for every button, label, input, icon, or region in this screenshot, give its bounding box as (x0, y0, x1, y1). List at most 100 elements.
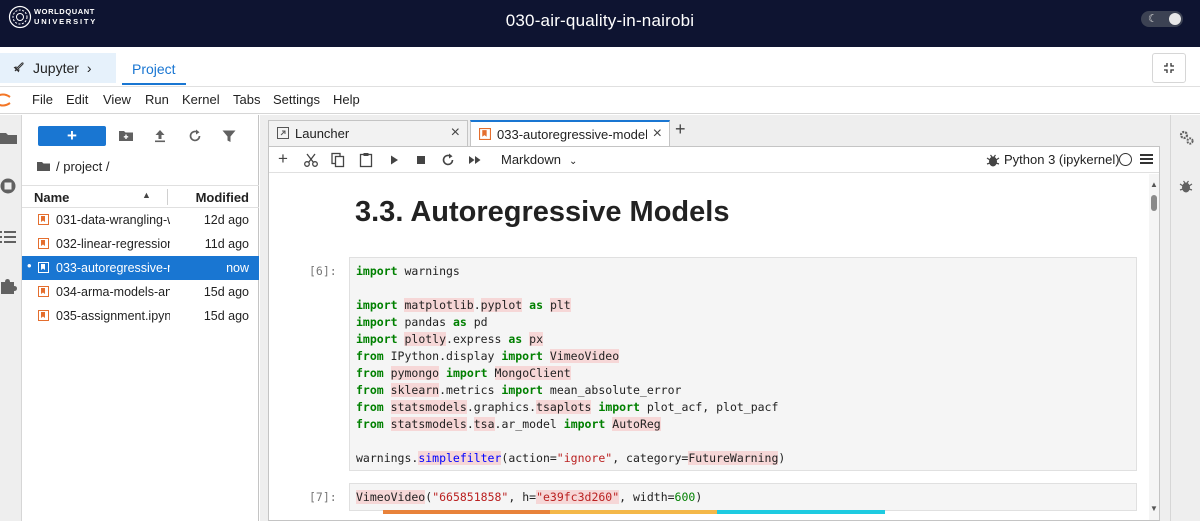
run-icon[interactable] (386, 152, 402, 168)
tab-label: Launcher (295, 126, 350, 141)
menu-run[interactable]: Run (145, 92, 169, 107)
file-modified: now (226, 261, 249, 275)
file-list-header: Name ▲ Modified (22, 185, 259, 208)
tab-notebook[interactable]: 033-autoregressive-models.ipynb × (470, 120, 670, 146)
property-inspector-icon[interactable] (1178, 129, 1195, 146)
fullscreen-icon (1164, 63, 1174, 73)
rocket-icon (13, 61, 25, 76)
right-activity-bar (1170, 115, 1200, 521)
menu-view[interactable]: View (103, 92, 131, 107)
menu-edit[interactable]: Edit (66, 92, 88, 107)
menu-bar: File Edit View Run Kernel Tabs Settings … (0, 88, 1200, 114)
code-cell[interactable]: VimeoVideo("665851858", h="e39fc3d260", … (349, 483, 1137, 511)
cell-type-value: Markdown (501, 152, 561, 167)
file-name: 032-linear-regression-with-time-series-d… (56, 237, 170, 251)
file-browser: + / project / Name ▲ Modified 031-data-w… (22, 115, 259, 521)
file-modified: 12d ago (203, 213, 249, 227)
file-name: 033-autoregressive-models.ipynb (56, 261, 170, 275)
upload-icon[interactable] (152, 128, 168, 144)
cell-prompt: [6]: (309, 264, 337, 278)
jupyter-label: Jupyter (33, 60, 79, 76)
scroll-thumb[interactable] (1151, 195, 1157, 211)
add-cell-icon[interactable]: + (275, 149, 291, 168)
notebook-icon (479, 128, 491, 140)
running-icon[interactable] (0, 177, 18, 195)
cell-type-dropdown[interactable]: Markdown ⌄ (501, 152, 577, 167)
file-row[interactable]: 032-linear-regression-with-time-series-d… (22, 232, 259, 256)
file-row[interactable]: 035-assignment.ipynb 15d ago (22, 304, 259, 328)
new-folder-icon[interactable] (118, 128, 134, 144)
fullscreen-button[interactable] (1152, 53, 1186, 83)
scroll-up-icon[interactable]: ▲ (1150, 180, 1158, 189)
menu-help[interactable]: Help (333, 92, 360, 107)
folder-icon[interactable] (37, 161, 50, 172)
debugger-icon[interactable] (1178, 178, 1194, 194)
jupyter-button[interactable]: Jupyter › (0, 53, 116, 83)
tab-launcher[interactable]: Launcher × (268, 120, 468, 146)
close-icon[interactable]: × (653, 125, 662, 143)
menu-icon[interactable] (1140, 152, 1153, 166)
column-modified[interactable]: Modified (196, 190, 249, 205)
file-name: 035-assignment.ipynb (56, 309, 170, 323)
video-bar-cyan (717, 510, 885, 514)
cut-icon[interactable] (303, 152, 319, 168)
file-browser-toolbar: + (22, 115, 259, 155)
sort-ascending-icon[interactable]: ▲ (142, 190, 151, 200)
chevron-right-icon: › (86, 60, 92, 76)
file-name: 031-data-wrangling-with-mongodb.ipynb (56, 213, 170, 227)
breadcrumb-path[interactable]: / project / (56, 159, 109, 174)
menu-file[interactable]: File (32, 92, 53, 107)
document-tab-bar: Launcher × 033-autoregressive-models.ipy… (260, 115, 1170, 146)
notebook-icon (38, 262, 49, 273)
notebook-icon (38, 214, 49, 225)
vertical-scrollbar[interactable]: ▲ ▼ (1149, 174, 1159, 520)
launcher-icon (277, 127, 289, 139)
file-row[interactable]: 034-arma-models-and-hyperparameter-tunin… (22, 280, 259, 304)
column-name[interactable]: Name (34, 190, 69, 205)
column-divider[interactable] (167, 189, 168, 205)
video-bar-orange (383, 510, 550, 514)
debugger-icon[interactable] (985, 152, 1001, 168)
toggle-knob (1169, 13, 1181, 25)
restart-icon[interactable] (440, 152, 456, 168)
file-modified: 11d ago (204, 237, 249, 251)
notebook-panel: + Markdown ⌄ Python 3 (ipykernel) 3.3. A… (268, 146, 1160, 521)
top-banner: WORLDQUANT UNIVERSITY 030-air-quality-in… (0, 0, 1200, 47)
file-name: 034-arma-models-and-hyperparameter-tunin… (56, 285, 170, 299)
close-icon[interactable]: × (451, 124, 460, 142)
run-all-icon[interactable] (467, 152, 483, 168)
jupyterlab-logo (0, 93, 11, 107)
file-modified: 15d ago (203, 309, 249, 323)
notebook-icon (38, 310, 49, 321)
extension-icon[interactable] (0, 277, 18, 295)
left-activity-bar (0, 115, 22, 521)
new-launcher-button[interactable]: + (38, 126, 106, 146)
folder-icon[interactable] (0, 129, 18, 147)
copy-icon[interactable] (330, 152, 346, 168)
kernel-idle-icon (1119, 153, 1132, 166)
theme-toggle[interactable]: ☾ (1141, 11, 1183, 27)
filter-icon[interactable] (221, 128, 237, 144)
scroll-down-icon[interactable]: ▼ (1150, 504, 1158, 513)
refresh-icon[interactable] (187, 128, 203, 144)
stop-icon[interactable] (413, 152, 429, 168)
file-row-selected[interactable]: • 033-autoregressive-models.ipynb now (22, 256, 259, 280)
chevron-down-icon: ⌄ (568, 156, 578, 167)
paste-icon[interactable] (358, 152, 374, 168)
file-row[interactable]: 031-data-wrangling-with-mongodb.ipynb 12… (22, 208, 259, 232)
page-title: 030-air-quality-in-nairobi (505, 11, 695, 30)
notebook-icon (38, 286, 49, 297)
menu-kernel[interactable]: Kernel (182, 92, 220, 107)
markdown-heading: 3.3. Autoregressive Models (355, 196, 730, 228)
main-dock-area: Launcher × 033-autoregressive-models.ipy… (260, 115, 1170, 521)
moon-icon: ☾ (1148, 13, 1158, 25)
menu-settings[interactable]: Settings (273, 92, 320, 107)
add-tab-icon[interactable]: + (675, 119, 686, 140)
running-dot: • (27, 258, 32, 273)
menu-tabs[interactable]: Tabs (233, 92, 260, 107)
video-bar-yellow (550, 510, 717, 514)
kernel-name[interactable]: Python 3 (ipykernel) (1004, 152, 1120, 167)
code-cell[interactable]: import warnings import matplotlib.pyplot… (349, 257, 1137, 471)
tab-project[interactable]: Project (122, 53, 186, 85)
toc-icon[interactable] (0, 228, 18, 246)
